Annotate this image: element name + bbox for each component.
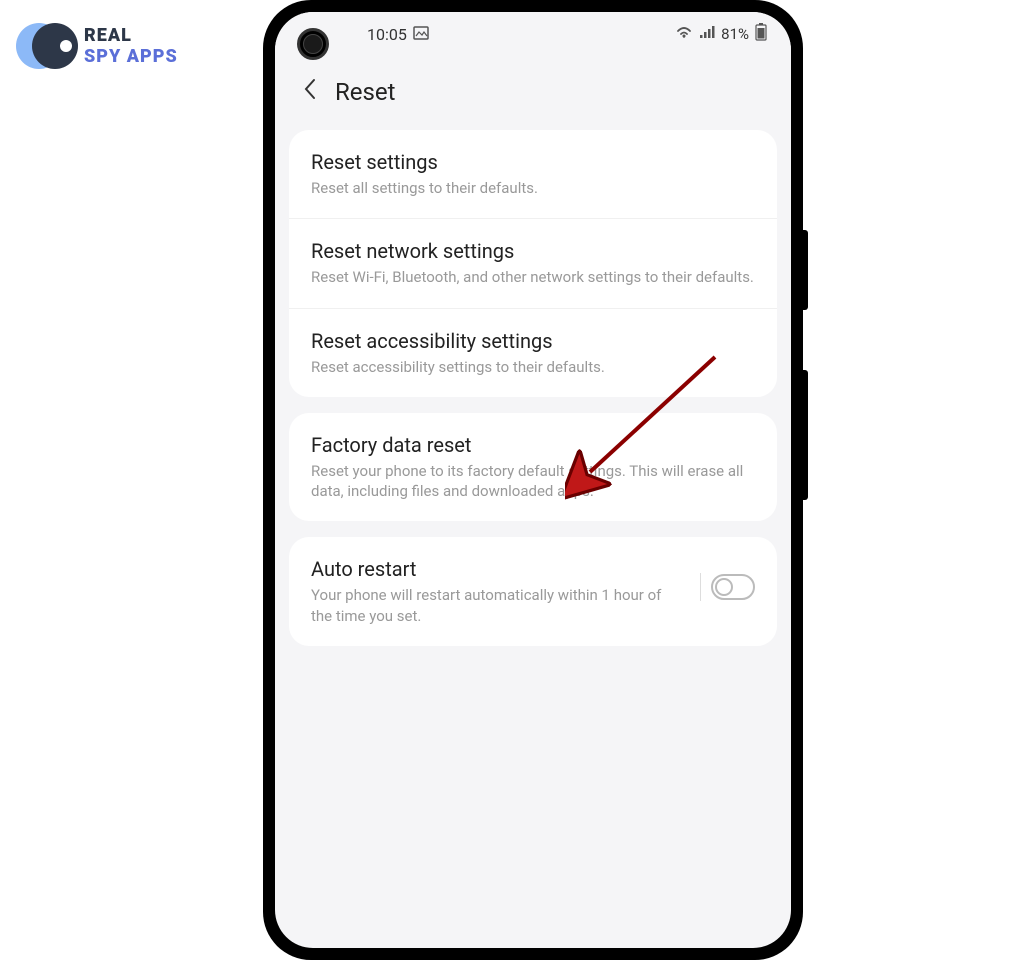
- page-header: Reset: [275, 56, 791, 116]
- phone-frame: 10:05 81% Reset: [263, 0, 803, 960]
- item-desc: Reset your phone to its factory default …: [311, 461, 755, 502]
- item-desc: Your phone will restart automatically wi…: [311, 585, 684, 626]
- auto-restart-toggle[interactable]: [711, 574, 755, 600]
- logo-text: REAL SPY APPS: [84, 25, 178, 67]
- battery-icon: [755, 23, 767, 45]
- status-bar: 10:05 81%: [275, 12, 791, 56]
- volume-button: [803, 370, 808, 500]
- factory-data-reset-item[interactable]: Factory data reset Reset your phone to i…: [289, 413, 777, 522]
- page-title: Reset: [335, 78, 395, 106]
- reset-settings-item[interactable]: Reset settings Reset all settings to the…: [289, 130, 777, 219]
- settings-card-2: Factory data reset Reset your phone to i…: [289, 413, 777, 522]
- item-desc: Reset accessibility settings to their de…: [311, 357, 755, 377]
- back-button[interactable]: [295, 74, 325, 110]
- wifi-icon: [675, 25, 693, 43]
- toggle-divider: [700, 573, 701, 601]
- reset-accessibility-settings-item[interactable]: Reset accessibility settings Reset acces…: [289, 309, 777, 397]
- settings-card-3: Auto restart Your phone will restart aut…: [289, 537, 777, 646]
- item-title: Reset settings: [311, 150, 755, 174]
- settings-content: Reset settings Reset all settings to the…: [275, 116, 791, 676]
- signal-icon: [699, 25, 715, 43]
- item-title: Reset accessibility settings: [311, 329, 755, 353]
- logo-icon: [16, 18, 76, 73]
- phone-screen: 10:05 81% Reset: [275, 12, 791, 948]
- auto-restart-item[interactable]: Auto restart Your phone will restart aut…: [289, 537, 777, 646]
- item-desc: Reset Wi-Fi, Bluetooth, and other networ…: [311, 267, 755, 287]
- item-title: Factory data reset: [311, 433, 755, 457]
- camera-hole: [297, 28, 329, 60]
- battery-percent: 81%: [721, 25, 749, 43]
- logo-line1: REAL: [84, 25, 178, 46]
- item-title: Reset network settings: [311, 239, 755, 263]
- reset-network-settings-item[interactable]: Reset network settings Reset Wi-Fi, Blue…: [289, 219, 777, 308]
- screenshot-saved-icon: [413, 25, 429, 44]
- item-title: Auto restart: [311, 557, 684, 581]
- logo-line2: SPY APPS: [84, 46, 178, 67]
- status-time: 10:05: [367, 25, 407, 44]
- item-desc: Reset all settings to their defaults.: [311, 178, 755, 198]
- settings-card-1: Reset settings Reset all settings to the…: [289, 130, 777, 397]
- brand-logo: REAL SPY APPS: [16, 18, 178, 73]
- power-button: [803, 230, 808, 310]
